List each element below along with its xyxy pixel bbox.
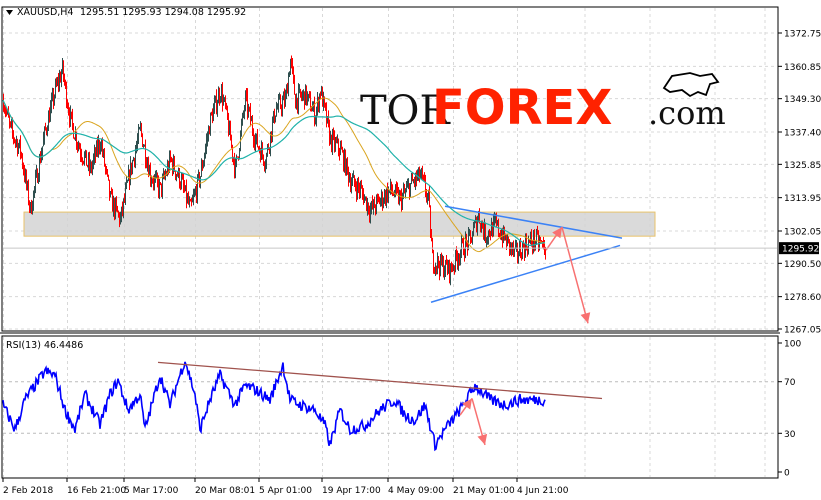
time-tick-label: 21 May 01:00: [453, 486, 515, 496]
time-tick-label: 2 Feb 2018: [3, 486, 54, 496]
main-grid: [3, 8, 777, 330]
chart-window[interactable]: TOR FOREX .com XAUUSD,H4 1295.51 1295.93…: [0, 0, 821, 500]
price-tick-label: 1302.05: [784, 227, 821, 237]
current-price-value: 1295.92: [782, 245, 819, 255]
rsi-axis: 100 70 30 0: [778, 340, 801, 479]
logo-text-com: .com: [648, 94, 726, 132]
price-tick-label: 1360.85: [784, 63, 821, 73]
time-tick-label: 4 Jun 21:00: [517, 486, 569, 496]
rsi-tick-label: 30: [784, 430, 796, 440]
rsi-trendline[interactable]: [157, 361, 603, 400]
time-tick-label: 5 Apr 01:00: [259, 486, 312, 496]
price-tick-label: 1313.95: [784, 194, 821, 204]
logo-text-forex: FOREX: [432, 80, 612, 136]
rsi-line: [2, 361, 546, 452]
time-tick-label: 20 Mar 08:01: [195, 486, 255, 496]
price-tick-label: 1267.05: [784, 326, 821, 336]
price-tick-label: 1290.50: [784, 260, 821, 270]
rsi-grid: [3, 337, 777, 477]
time-tick-label: 19 Apr 17:00: [322, 486, 381, 496]
rsi-tick-label: 0: [784, 469, 790, 479]
price-tick-label: 1372.75: [784, 30, 821, 40]
time-tick-label: 5 Mar 17:00: [124, 486, 179, 496]
rsi-tick-label: 70: [784, 378, 796, 388]
current-price-label: 1295.92: [779, 242, 819, 255]
rsi-pane-frame: [1, 335, 779, 479]
rsi-arrow-down-head: [477, 433, 488, 445]
chart-title-ohlc: 1295.51 1295.93 1294.08 1295.92: [80, 7, 246, 18]
price-tick-label: 1337.40: [784, 128, 821, 138]
bull-icon: [662, 72, 720, 98]
main-pane-frame: [1, 6, 779, 332]
price-tick-label: 1278.60: [784, 293, 821, 303]
price-tick-label: 1325.85: [784, 161, 821, 171]
rsi-title: RSI(13) 46.4486: [6, 340, 83, 351]
time-tick-label: 4 May 09:00: [388, 486, 444, 496]
price-tick-label: 1349.30: [784, 95, 821, 105]
chart-title-symbol: XAUUSD,H4: [17, 7, 73, 18]
triangle-down-icon[interactable]: [6, 10, 13, 15]
rsi-tick-label: 100: [784, 340, 801, 350]
torforex-logo: TOR FOREX .com: [360, 72, 726, 136]
time-axis[interactable]: 2 Feb 2018 16 Feb 21:005 Mar 17:00 20 Mar …: [2, 478, 569, 496]
time-tick-label: 16 Feb 21:00: [67, 486, 126, 496]
forecast-arrow-down[interactable]: [561, 227, 589, 324]
